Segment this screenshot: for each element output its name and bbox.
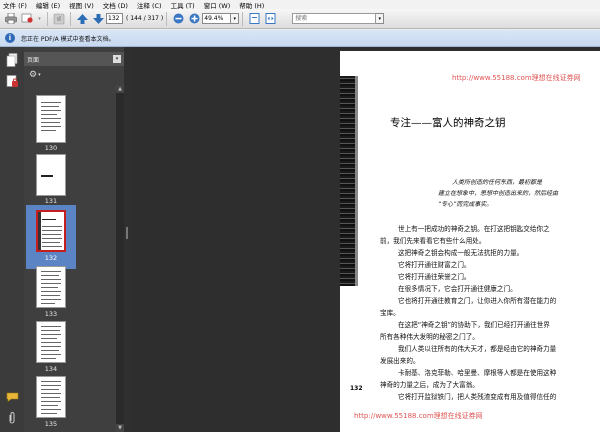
scan-edge-shadow <box>355 76 358 286</box>
watermark-top: http://www.55188.com理想在线证券网 <box>452 74 581 82</box>
page-thumbnail-label: 131 <box>44 197 58 205</box>
body-line: 发展出来的。 <box>380 357 420 365</box>
page-thumbnail-label: 133 <box>44 310 58 318</box>
options-menu-icon[interactable]: ⚙ <box>29 70 37 80</box>
panel-options-bar: ⚙ ▾ <box>24 68 124 82</box>
body-line: 这把神奇之钥会构成一般无法抗拒的力量。 <box>398 249 524 257</box>
search-input[interactable]: 搜索 <box>292 13 377 24</box>
toolbar-separator <box>166 11 168 26</box>
page-thumbnail[interactable] <box>36 95 66 143</box>
toolbar: ▾ 132 ( 144 / 317 ) 49.4% ▾ 搜索 ▾ <box>0 9 600 29</box>
body-line: 卡耐基、洛克菲勒、哈里曼、摩根等人都是在使用这种 <box>398 369 557 377</box>
thumbnail-scrollbar[interactable]: ▲ ▼ <box>116 85 124 432</box>
epigraph-line: “专心”而完成事实。 <box>438 201 493 208</box>
body-line: 我们人类以往所有的伟大天才，都是经由它的神奇力量 <box>398 345 557 353</box>
options-dropdown-icon[interactable]: ▾ <box>38 72 41 78</box>
panel-options-icon[interactable]: ▾ <box>113 55 121 63</box>
body-line: 所有各种伟大发明的秘密之门了。 <box>380 333 479 341</box>
chapter-title: 专注——富人的神奇之钥 <box>390 117 506 129</box>
hand-tool-icon[interactable] <box>53 13 65 25</box>
watermark-bottom: http://www.55188.com理想在线证券网 <box>354 412 483 420</box>
menu-bar: 文件 (F) 编辑 (E) 视图 (V) 文档 (D) 注释 (C) 工具 (T… <box>0 0 600 10</box>
page-thumbnails[interactable]: 130 131 132 133 134 135 <box>24 85 116 432</box>
dropdown-arrow-icon[interactable]: ▾ <box>37 13 42 25</box>
body-line: 它也将打开通往教育之门，让你进入你所有潜在能力的 <box>398 297 557 305</box>
previous-page-icon[interactable] <box>76 13 88 25</box>
security-settings-icon[interactable] <box>5 75 19 89</box>
zoom-in-icon[interactable] <box>188 13 200 25</box>
attachments-paperclip-icon[interactable] <box>5 411 19 425</box>
body-line: 宝库。 <box>380 309 400 317</box>
page-thumbnail[interactable] <box>36 321 66 363</box>
page-thumbnail[interactable] <box>36 376 66 418</box>
email-icon[interactable] <box>21 13 33 25</box>
epigraph-line: 建立在想象中，思想中创造出来的，然后经由 <box>438 190 559 197</box>
pages-panel-title: 页面 <box>27 56 40 64</box>
page-thumbnail-label: 130 <box>44 144 58 152</box>
next-page-icon[interactable] <box>92 13 104 25</box>
toolbar-separator <box>47 11 48 26</box>
page-thumbnail-label: 134 <box>44 365 58 373</box>
scan-edge-strip <box>340 76 355 286</box>
zoom-out-icon[interactable] <box>172 13 184 25</box>
fit-page-icon[interactable] <box>248 13 260 25</box>
pages-panel: 页面 ▾ ⚙ ▾ 130 131 132 133 134 135 <box>24 47 124 432</box>
body-line: 在这把“神奇之钥”的协助下，我们已经打开通往世界 <box>398 321 550 329</box>
print-icon[interactable] <box>5 13 17 25</box>
fit-width-icon[interactable] <box>264 13 276 25</box>
zoom-level-input[interactable]: 49.4% <box>202 13 232 24</box>
scroll-up-icon[interactable]: ▲ <box>116 85 124 93</box>
body-line: 前，我们先来看看它有些什么用处。 <box>380 237 486 245</box>
page-number: 132 <box>350 385 363 392</box>
zoom-dropdown-icon[interactable]: ▾ <box>231 13 240 24</box>
search-dropdown-icon[interactable]: ▾ <box>376 13 385 24</box>
page-thumbnail-label: 135 <box>44 420 58 428</box>
navigation-bar <box>0 47 24 432</box>
info-icon: i <box>5 33 15 43</box>
document-message-bar: i 您正在 PDF/A 模式中查看本文档。 <box>0 30 600 47</box>
document-message: 您正在 PDF/A 模式中查看本文档。 <box>21 35 115 43</box>
page-thumbnail-label: 132 <box>44 254 58 262</box>
pages-panel-icon[interactable] <box>5 53 19 67</box>
page-number-input[interactable]: 132 <box>106 13 123 24</box>
page-thumbnail-current[interactable] <box>36 210 66 252</box>
body-line: 它将打开监狱铁门，把人类残渣变成有用及值得信任的 <box>398 393 557 401</box>
body-line: 它将打开通往财富之门。 <box>398 261 471 269</box>
body-line: 世上有一把成功的神奇之钥。在打这把钥匙交给你之 <box>398 225 550 233</box>
body-line: 在很多情况下，它会打开通往健康之门。 <box>398 285 517 293</box>
toolbar-separator <box>242 11 244 26</box>
epigraph-line: 人类所创造的任何东西，最初都是 <box>452 179 543 186</box>
page-thumbnail[interactable] <box>36 266 66 308</box>
document-viewer[interactable]: http://www.55188.com理想在线证券网 专注——富人的神奇之钥 … <box>130 47 600 432</box>
pages-panel-header: 页面 ▾ <box>24 52 124 66</box>
body-line: 它将打开通往荣誉之门。 <box>398 273 471 281</box>
scroll-down-icon[interactable]: ▼ <box>116 424 124 432</box>
page-total: ( 144 / 317 ) <box>126 15 164 22</box>
comments-panel-icon[interactable] <box>5 390 19 404</box>
toolbar-separator <box>70 11 71 26</box>
splitter-grip-icon[interactable] <box>126 227 128 239</box>
body-line: 神奇的力量之后，成为了大富翁。 <box>380 381 479 389</box>
page-thumbnail[interactable] <box>36 154 66 196</box>
document-page: http://www.55188.com理想在线证券网 专注——富人的神奇之钥 … <box>340 51 600 432</box>
